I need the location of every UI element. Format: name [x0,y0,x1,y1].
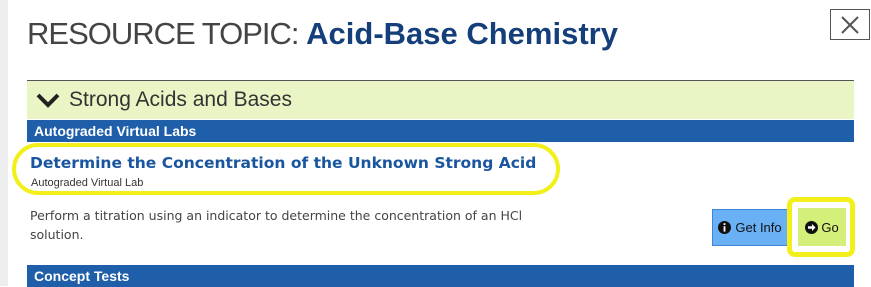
get-info-button[interactable]: Get Info [712,209,788,246]
go-button[interactable]: Go [798,208,846,246]
resource-description: Perform a titration using an indicator t… [30,208,523,242]
arrow-right-icon [805,220,819,234]
close-button[interactable] [830,9,870,40]
resource-type: Autograded Virtual Lab [31,177,144,189]
page-title: RESOURCE TOPIC: Acid-Base Chemistry [27,16,618,52]
chevron-down-icon [36,93,60,108]
title-prefix: RESOURCE TOPIC: [27,16,307,51]
section-title: Strong Acids and Bases [69,88,292,111]
close-icon [841,15,859,34]
left-edge-bar [0,0,8,286]
info-icon [718,221,732,234]
get-info-label: Get Info [735,220,782,235]
category-header-concept-tests: Concept Tests [27,265,854,287]
category-header-virtual-labs: Autograded Virtual Labs [27,120,854,142]
title-topic: Acid-Base Chemistry [306,16,618,51]
section-header[interactable]: Strong Acids and Bases [27,81,854,119]
resource-title-link[interactable]: Determine the Concentration of the Unkno… [30,154,536,172]
go-label: Go [821,219,839,235]
